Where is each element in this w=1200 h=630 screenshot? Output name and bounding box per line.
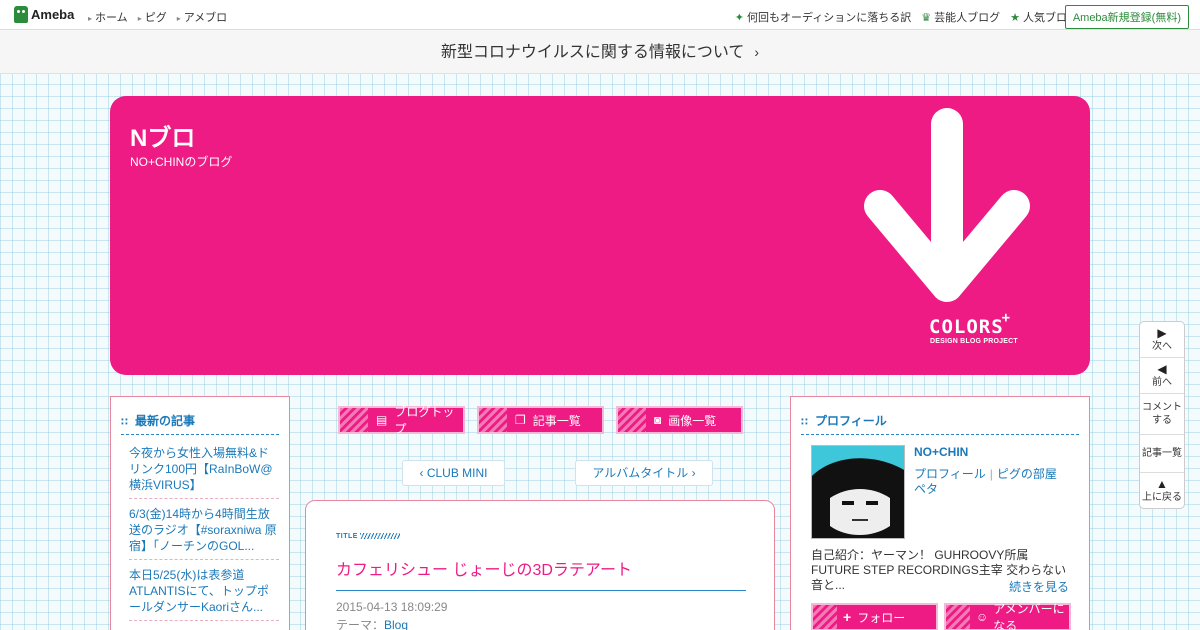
chat-icon: ☺	[976, 610, 989, 624]
logo-text: Ameba	[31, 7, 75, 22]
document-icon: ▤	[376, 413, 388, 427]
profile-link[interactable]: プロフィール	[914, 467, 986, 481]
blog-nav-buttons: ▤ ブログトップ ❐ 記事一覧 ◙ 画像一覧	[338, 405, 743, 436]
chevron-right-icon: ›	[754, 44, 760, 60]
amember-button[interactable]: ☺ アメンバーになる	[944, 602, 1071, 630]
pigg-room-link[interactable]: ピグの部屋	[997, 467, 1057, 481]
image-list-button[interactable]: ◙ 画像一覧	[616, 406, 743, 434]
profile-panel: プロフィール NO+CHIN プロフィール|ピグの部屋 ペタ 自己紹介：ヤーマン…	[790, 396, 1090, 630]
latest-entries-list: 今夜から女性入場無料&ドリンク100円【RaInBoW@横浜VIRUS】 6/3…	[129, 443, 279, 621]
next-entry-button[interactable]: アルバムタイトル ›	[575, 460, 713, 486]
triangle-up-icon: ▲	[1156, 477, 1168, 491]
profile-name[interactable]: NO+CHIN	[914, 445, 968, 459]
article-theme: テーマ：Blog	[336, 618, 409, 630]
article-date: 2015-04-13 18:09:29	[336, 600, 448, 614]
floating-side-nav: ▶ 次へ ◀ 前へ コメントする 記事一覧 ▲ 上に戻る	[1139, 321, 1185, 509]
covid-notice-link[interactable]: 新型コロナウイルスに関する情報について ›	[0, 30, 1200, 74]
nav-home[interactable]: ホーム	[88, 9, 128, 25]
latest-entries-heading: 最新の記事	[121, 412, 279, 435]
global-nav: ホーム ピグ アメブロ	[88, 9, 227, 25]
nav-pigg[interactable]: ピグ	[138, 9, 167, 25]
triangle-right-icon: ▶	[1157, 326, 1167, 340]
header-links: ✦ 何回もオーディションに落ちる訳 ♛ 芸能人ブログ ★ 人気ブログ	[735, 9, 1078, 25]
latest-entries-panel: 最新の記事 今夜から女性入場無料&ドリンク100円【RaInBoW@横浜VIRU…	[110, 396, 290, 630]
nav-ameblo[interactable]: アメブロ	[177, 9, 227, 25]
article-title[interactable]: カフェリシュー じょーじの3Dラテアート	[336, 556, 746, 591]
title-tag: TITLE	[336, 532, 400, 540]
colors-logo-subtitle: DESIGN BLOG PROJECT	[930, 338, 1018, 345]
entry-list-button[interactable]: ❐ 記事一覧	[477, 406, 604, 434]
ameba-mascot-icon	[14, 6, 28, 23]
prev-entry-button[interactable]: ‹ CLUB MINI	[402, 460, 505, 486]
global-header: Ameba ホーム ピグ アメブロ ✦何回もオーディションに落ちる訳 ♛芸能人ブ…	[0, 0, 1200, 30]
next-page-button[interactable]: ▶ 次へ	[1140, 322, 1184, 358]
blog-header: Nブロ NO+CHINのブログ COLORS+ DESIGN BLOG PROJ…	[110, 96, 1090, 375]
read-more-link[interactable]: 続きを見る	[1009, 578, 1069, 595]
copy-icon: ❐	[515, 413, 526, 427]
sparkle-icon: ✦	[734, 12, 745, 24]
peta-link[interactable]: ペタ	[914, 480, 938, 497]
avatar[interactable]	[811, 445, 905, 539]
theme-link[interactable]: Blog	[384, 618, 408, 630]
blog-title[interactable]: Nブロ	[130, 118, 195, 153]
header-link-audition[interactable]: ✦ 何回もオーディションに落ちる訳	[735, 9, 911, 25]
follow-button[interactable]: + フォロー	[811, 603, 938, 630]
article-card: TITLE カフェリシュー じょーじの3Dラテアート 2015-04-13 18…	[305, 500, 775, 630]
header-link-celebrity[interactable]: ♛ 芸能人ブログ	[921, 9, 1000, 25]
camera-icon: ◙	[654, 413, 662, 427]
star-icon: ★	[1010, 12, 1020, 24]
list-item[interactable]: 今夜から女性入場無料&ドリンク100円【RaInBoW@横浜VIRUS】	[129, 443, 279, 499]
colors-logo: COLORS+	[929, 310, 1012, 338]
blog-description: NO+CHINのブログ	[130, 155, 233, 169]
list-item[interactable]: 6/3(金)14時から4時間生放送のラジオ【#soraxniwa 原宿】「ノーチ…	[129, 504, 279, 560]
comment-button[interactable]: コメントする	[1140, 394, 1184, 435]
crown-icon: ♛	[921, 12, 932, 24]
profile-heading: プロフィール	[801, 412, 1079, 435]
list-item[interactable]: 本日5/25(水)は表参道ATLANTISにて、トップポールダンサーKaoriさ…	[129, 565, 279, 621]
avatar-image	[812, 446, 904, 538]
prev-page-button[interactable]: ◀ 前へ	[1140, 358, 1184, 394]
blog-top-button[interactable]: ▤ ブログトップ	[338, 405, 465, 436]
entry-list-side-button[interactable]: 記事一覧	[1140, 435, 1184, 473]
back-to-top-button[interactable]: ▲ 上に戻る	[1140, 473, 1184, 508]
ameba-logo[interactable]: Ameba	[14, 6, 74, 23]
register-button[interactable]: Ameba新規登録(無料)	[1064, 5, 1189, 29]
plus-icon: +	[843, 609, 852, 625]
down-arrow-icon	[864, 108, 1030, 302]
triangle-left-icon: ◀	[1157, 362, 1167, 376]
notice-text: 新型コロナウイルスに関する情報について	[440, 44, 745, 61]
